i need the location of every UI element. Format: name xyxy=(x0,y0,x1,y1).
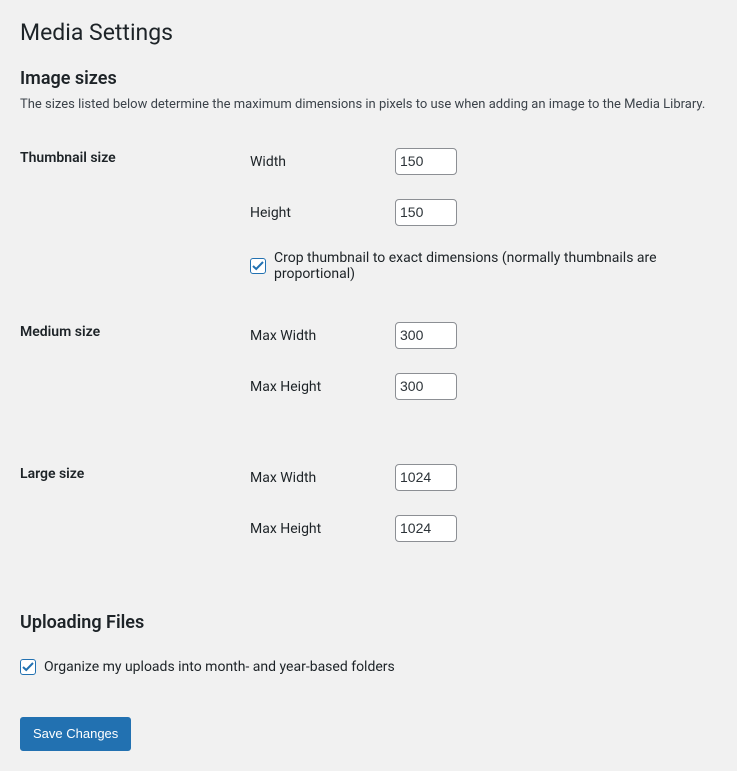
large-width-input[interactable] xyxy=(395,464,457,491)
uploading-heading: Uploading Files xyxy=(20,612,717,633)
save-changes-button[interactable]: Save Changes xyxy=(20,717,131,751)
check-icon xyxy=(252,260,264,272)
medium-width-input[interactable] xyxy=(395,322,457,349)
thumbnail-height-label: Height xyxy=(250,205,395,221)
medium-size-label: Medium size xyxy=(20,308,240,432)
medium-height-label: Max Height xyxy=(250,379,395,395)
page-title: Media Settings xyxy=(20,10,717,50)
organize-uploads-checkbox[interactable] xyxy=(20,659,36,675)
large-width-label: Max Width xyxy=(250,470,395,486)
crop-thumbnail-checkbox[interactable] xyxy=(250,258,266,274)
large-height-input[interactable] xyxy=(395,515,457,542)
large-size-label: Large size xyxy=(20,450,240,574)
organize-uploads-label: Organize my uploads into month- and year… xyxy=(44,659,395,675)
thumbnail-size-label: Thumbnail size xyxy=(20,134,240,290)
large-height-label: Max Height xyxy=(250,521,395,537)
check-icon xyxy=(22,661,34,673)
medium-width-label: Max Width xyxy=(250,328,395,344)
thumbnail-height-input[interactable] xyxy=(395,199,457,226)
thumbnail-width-input[interactable] xyxy=(395,148,457,175)
medium-height-input[interactable] xyxy=(395,373,457,400)
thumbnail-width-label: Width xyxy=(250,154,395,170)
crop-thumbnail-label: Crop thumbnail to exact dimensions (norm… xyxy=(274,250,707,282)
image-sizes-heading: Image sizes xyxy=(20,68,717,89)
image-sizes-description: The sizes listed below determine the max… xyxy=(20,97,717,112)
